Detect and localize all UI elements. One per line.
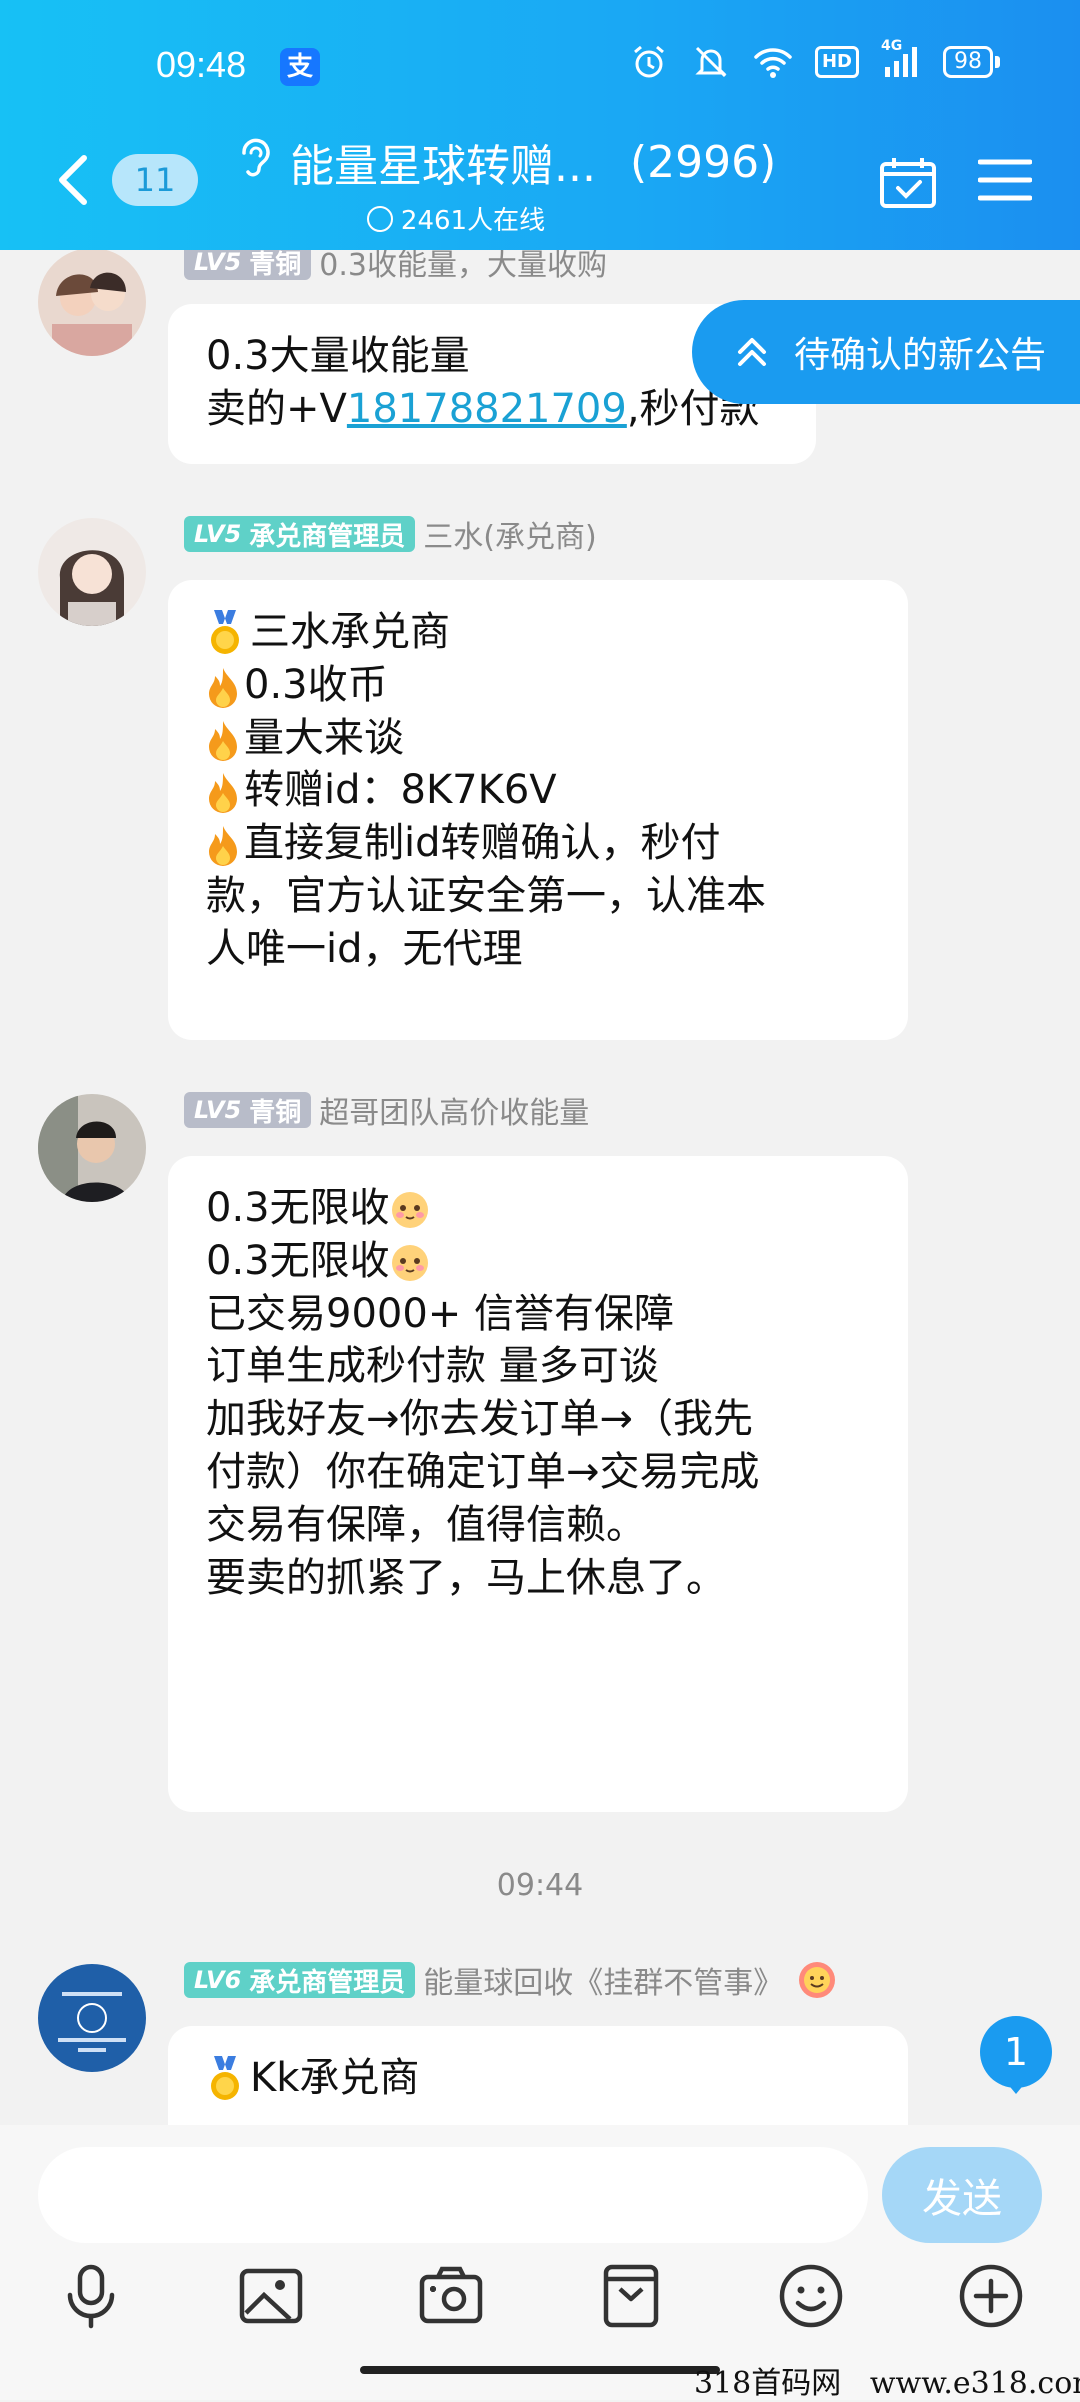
status-time: 09:48 <box>156 44 247 85</box>
online-status: 2461人在线 <box>116 200 796 237</box>
message-text: Kk承兑商 <box>206 2052 870 2105</box>
level-badge: LV5 青铜 <box>184 250 312 280</box>
check-circle-icon <box>366 205 393 232</box>
message-bubble[interactable]: Kk承兑商 <box>168 2026 908 2125</box>
message-text: 款，官方认证安全第一，认准本 <box>206 872 766 919</box>
send-button[interactable]: 发送 <box>882 2147 1042 2243</box>
back-button[interactable] <box>52 150 96 210</box>
medal-icon <box>206 610 244 658</box>
notice-label: 待确认的新公告 <box>794 335 1047 376</box>
message-text: 交易有保障，值得信赖。 <box>206 1501 646 1548</box>
hd-icon: HD <box>814 46 859 78</box>
message-text: 转赠id：8K7K6V <box>206 764 870 817</box>
message-text: 直接复制id转赠确认，秒付 <box>206 817 870 870</box>
message-text: 0.3无限收 <box>206 1182 870 1235</box>
message-text: 0.3无限收 <box>206 1235 870 1288</box>
message-input[interactable] <box>38 2147 868 2243</box>
message-bubble[interactable]: 0.3无限收 0.3无限收 已交易9000+ 信誉有保障 订单生成秒付款 量多可… <box>168 1156 908 1812</box>
fire-icon <box>206 719 240 761</box>
level-badge: LV6 承兑商管理员 <box>184 1962 416 1998</box>
fire-icon <box>206 824 240 867</box>
message-text: 人唯一id，无代理 <box>206 925 523 972</box>
menu-icon[interactable] <box>977 158 1033 202</box>
message-text: 要卖的抓紧了，马上休息了。 <box>206 1554 726 1601</box>
calendar-check-icon[interactable] <box>878 154 938 210</box>
page-title: 能量星球转赠... <box>290 141 596 192</box>
unread-count-badge[interactable]: 11 <box>112 154 198 206</box>
message-text: 三水承兑商 <box>206 606 870 659</box>
ear-icon <box>236 135 276 190</box>
double-chevron-up-icon <box>732 332 772 372</box>
wifi-icon <box>753 44 793 80</box>
message-text: 付款）你在确定订单→交易完成 <box>206 1448 760 1495</box>
signal-icon: 4G <box>881 38 921 80</box>
emoji-face-icon <box>797 1960 837 2000</box>
fire-icon <box>206 771 240 814</box>
time-separator: 09:44 <box>496 1868 584 1903</box>
message-bubble[interactable]: 三水承兑商 0.3收币 量大来谈 转赠id：8K7K6V 直接复制id转赠确认，… <box>168 580 908 1040</box>
image-icon[interactable] <box>236 2261 306 2331</box>
new-announcement-button[interactable]: 待确认的新公告 <box>692 300 1080 404</box>
alipay-icon: 支 <box>280 48 320 86</box>
mute-icon <box>691 44 731 80</box>
cute-emoji-icon <box>390 1243 430 1283</box>
level-badge: LV5 青铜 <box>184 1092 312 1128</box>
cute-emoji-icon <box>390 1190 430 1230</box>
message-meta: LV5 青铜 0.3收能量，大量收购 <box>184 250 607 284</box>
fire-icon <box>206 666 240 708</box>
sender-name[interactable]: 三水(承兑商) <box>423 512 596 556</box>
home-indicator[interactable] <box>360 2366 720 2374</box>
avatar[interactable] <box>38 518 146 626</box>
message-text: 已交易9000+ 信誉有保障 <box>206 1290 675 1337</box>
message-text: 0.3收币 <box>206 659 870 712</box>
sender-name[interactable]: 0.3收能量，大量收购 <box>319 250 607 284</box>
avatar[interactable] <box>38 1964 146 2072</box>
microphone-icon[interactable] <box>56 2261 126 2331</box>
message-text: 卖的+V18178821709,秒付款 <box>206 385 760 432</box>
avatar[interactable] <box>38 250 146 356</box>
message-text: 订单生成秒付款 量多可谈 <box>206 1343 659 1390</box>
phone-link[interactable]: 18178821709 <box>347 386 627 432</box>
sender-name[interactable]: 能量球回收《挂群不管事》 <box>423 1958 783 2002</box>
watermark: 318首码网 www.e318.com <box>694 2366 1080 2401</box>
battery-icon: 98 <box>943 46 1000 78</box>
avatar[interactable] <box>38 1094 146 1202</box>
status-icons: HD 4G 98 <box>629 38 1000 80</box>
emoji-icon[interactable] <box>776 2261 846 2331</box>
file-icon[interactable] <box>596 2261 666 2331</box>
camera-icon[interactable] <box>416 2261 486 2331</box>
chat-title-area[interactable]: 能量星球转赠... (2996) 2461人在线 <box>236 130 796 237</box>
chat-header: 09:48 支 HD 4G 98 11 能量星球转赠... (2996) 246… <box>0 0 1080 250</box>
medal-icon <box>206 2056 244 2104</box>
alarm-icon <box>629 44 669 80</box>
message-meta: LV6 承兑商管理员 能量球回收《挂群不管事》 <box>184 1958 839 2002</box>
message-meta: LV5 承兑商管理员 三水(承兑商) <box>184 512 597 556</box>
plus-icon[interactable] <box>956 2261 1026 2331</box>
message-meta: LV5 青铜 超哥团队高价收能量 <box>184 1088 589 1132</box>
sender-name[interactable]: 超哥团队高价收能量 <box>319 1088 589 1132</box>
message-text: 加我好友→你去发订单→（我先 <box>206 1396 754 1443</box>
message-text: 量大来谈 <box>206 712 870 765</box>
level-badge: LV5 承兑商管理员 <box>184 516 416 552</box>
member-count: (2996) <box>629 136 777 188</box>
message-list[interactable]: LV5 青铜 0.3收能量，大量收购 0.3大量收能量 卖的+V181788217… <box>0 250 1080 2125</box>
new-message-count-badge[interactable]: 1 <box>980 2016 1052 2094</box>
